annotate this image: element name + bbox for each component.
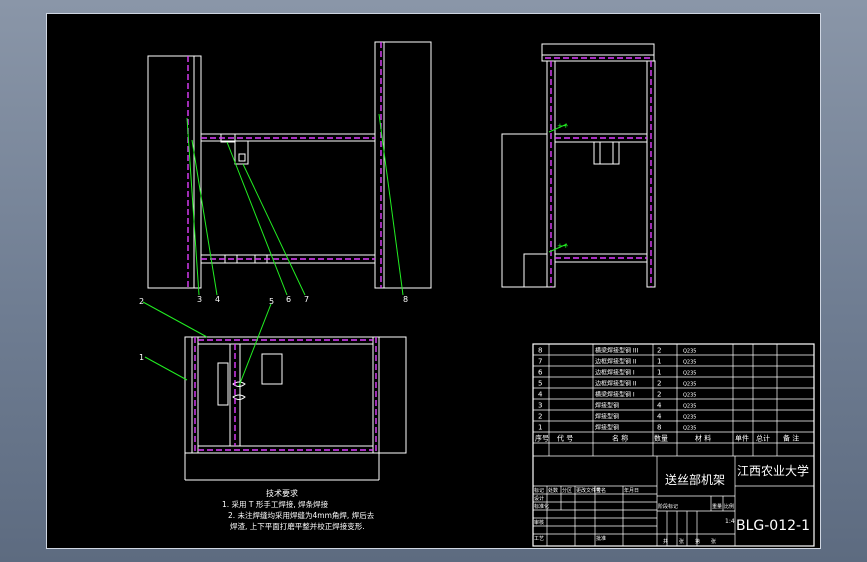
svg-text:++: ++ [557, 242, 569, 250]
title-label-0: 标记 [534, 487, 544, 494]
bom-row-material: Q235 [683, 382, 696, 388]
title-label-1: 处数 [548, 487, 558, 494]
callout-7: 7 [304, 295, 309, 304]
title-label-13: 比例 [724, 503, 734, 510]
title-label-11: 阶段标记 [658, 503, 678, 510]
bom-row-material: Q235 [683, 426, 696, 432]
callout-4: 4 [215, 295, 220, 304]
right-post-plate [374, 41, 432, 289]
title-label-8: 审核 [534, 519, 544, 526]
bom-row-material: Q235 [683, 415, 696, 421]
callout-1: 1 [139, 353, 144, 362]
drawing-sheet: ++ ++ 1 2 3 4 5 6 7 8 8 横梁焊接型钢 III 2 Q235 7 边框焊接型钢 I… [46, 13, 821, 549]
tech-note-line-3: 焊渣, 上下平面打磨平整并校正焊接变形. [230, 522, 365, 531]
title-label-10: 批准 [596, 535, 606, 542]
tech-note-line-2: 2. 未注焊缝均采用焊缝为4mm角焊, 焊后去 [228, 511, 375, 520]
bom-header-6: 总计 [756, 434, 770, 443]
tech-note-line-1: 1. 采用 T 形手工焊接, 焊条焊接 [222, 500, 329, 509]
callout-8: 8 [403, 295, 408, 304]
title-label-4: 签名 [596, 487, 606, 494]
top-view [184, 336, 407, 481]
drawing-number: BLG-012-1 [736, 518, 810, 534]
side-foot [523, 253, 548, 288]
bom-header-7: 备 注 [783, 434, 799, 443]
leader-marks: ++ ++ [557, 122, 569, 250]
callout-6: 6 [286, 295, 291, 304]
bom-row-qty: 2 [657, 380, 661, 388]
side-bracket [593, 141, 620, 165]
bom-row-material: Q235 [683, 404, 696, 410]
bom-row-qty: 2 [657, 347, 661, 355]
bracket-hole [238, 153, 246, 162]
title-label-9: 工艺 [534, 536, 544, 542]
bom-row-no: 3 [538, 402, 542, 410]
sheet-label-3: 张 [711, 538, 716, 545]
bom-row-name: 边框焊接型钢 II [595, 380, 637, 388]
bom-header-0: 序号 [535, 434, 549, 443]
title-label-5: 年月日 [624, 487, 639, 494]
callout-2: 2 [139, 297, 144, 306]
bom-row-no: 1 [538, 424, 542, 432]
bom-row-no: 5 [538, 380, 542, 388]
bom-row-name: 边框焊接型钢 I [595, 369, 635, 377]
bom-row-qty: 2 [657, 391, 661, 399]
bom-row-qty: 4 [657, 413, 662, 421]
bom-row-name: 横梁焊接型钢 I [595, 391, 635, 399]
bom-header-5: 单件 [735, 434, 749, 443]
drawing-title: 送丝部机架 [665, 472, 725, 487]
callout-3: 3 [197, 295, 202, 304]
bom-row-name: 焊接型钢 [595, 424, 619, 432]
bom-row-material: Q235 [683, 349, 696, 355]
top-plate-right [378, 336, 407, 454]
top-view-hidden [194, 337, 377, 453]
bom-row-no: 4 [538, 391, 543, 399]
bom-row-no: 6 [538, 369, 543, 377]
bom-row-name: 横梁焊接型钢 III [595, 347, 638, 355]
bom-row-no: 2 [538, 413, 542, 421]
top-bracket-right [261, 353, 283, 385]
bom-row-material: Q235 [683, 393, 696, 399]
title-block: 8 横梁焊接型钢 III 2 Q235 7 边框焊接型钢 II 1 Q235 6 边框焊接型钢 I… [532, 343, 815, 547]
bom-header-4: 材 料 [695, 434, 711, 443]
right-post [374, 41, 385, 289]
bom-row-qty: 1 [657, 369, 661, 377]
scale-value: 1:4 [725, 518, 735, 525]
top-cap [541, 43, 655, 56]
sheet-label-1: 张 [679, 538, 684, 545]
drawing-canvas: ++ ++ 1 2 3 4 5 6 7 8 8 横梁焊接型钢 III 2 Q235 7 边框焊接型钢 I… [139, 41, 815, 547]
sheet-label-0: 共 [663, 538, 668, 545]
title-label-12: 重量 [712, 503, 722, 510]
bom-row-material: Q235 [683, 360, 696, 366]
bom-grid [533, 344, 814, 456]
leader-lines [142, 113, 568, 387]
sheet-label-2: 第 [695, 538, 700, 545]
callout-numbers: 1 2 3 4 5 6 7 8 [139, 295, 408, 362]
bom-row-material: Q235 [683, 371, 696, 377]
title-label-2: 分区 [562, 487, 572, 494]
bom-row-no: 7 [538, 358, 542, 366]
bom-row-name: 焊接型钢 [595, 413, 619, 421]
top-bracket-left [217, 362, 229, 406]
left-post-plate [147, 55, 195, 289]
university-name: 江西农业大学 [737, 463, 809, 478]
side-view [501, 43, 656, 288]
bom-row-name: 焊接型钢 [595, 402, 619, 410]
svg-text:++: ++ [557, 122, 569, 130]
bom-row-no: 8 [538, 347, 542, 355]
bom-row-qty: 8 [657, 424, 661, 432]
bom-row-qty: 4 [657, 402, 662, 410]
side-view-hidden [545, 57, 652, 287]
technical-requirements: 技术要求 1. 采用 T 形手工焊接, 焊条焊接 2. 未注焊缝均采用焊缝为4m… [222, 488, 462, 532]
bom-header-1: 代 号 [557, 434, 573, 443]
callout-5: 5 [269, 297, 274, 306]
bom-header-3: 数量 [654, 434, 668, 443]
title-label-7: 标准化 [534, 503, 549, 510]
bom-row-qty: 1 [657, 358, 661, 366]
side-bracket-inner [599, 141, 614, 165]
title-label-6: 设计 [534, 495, 544, 502]
tech-notes-title: 技术要求 [266, 489, 298, 498]
bom-text: 8 横梁焊接型钢 III 2 Q235 7 边框焊接型钢 II 1 Q235 6 边框焊接型钢 I… [535, 347, 799, 443]
bom-row-name: 边框焊接型钢 II [595, 358, 637, 366]
bom-header-2: 名 称 [612, 434, 628, 443]
